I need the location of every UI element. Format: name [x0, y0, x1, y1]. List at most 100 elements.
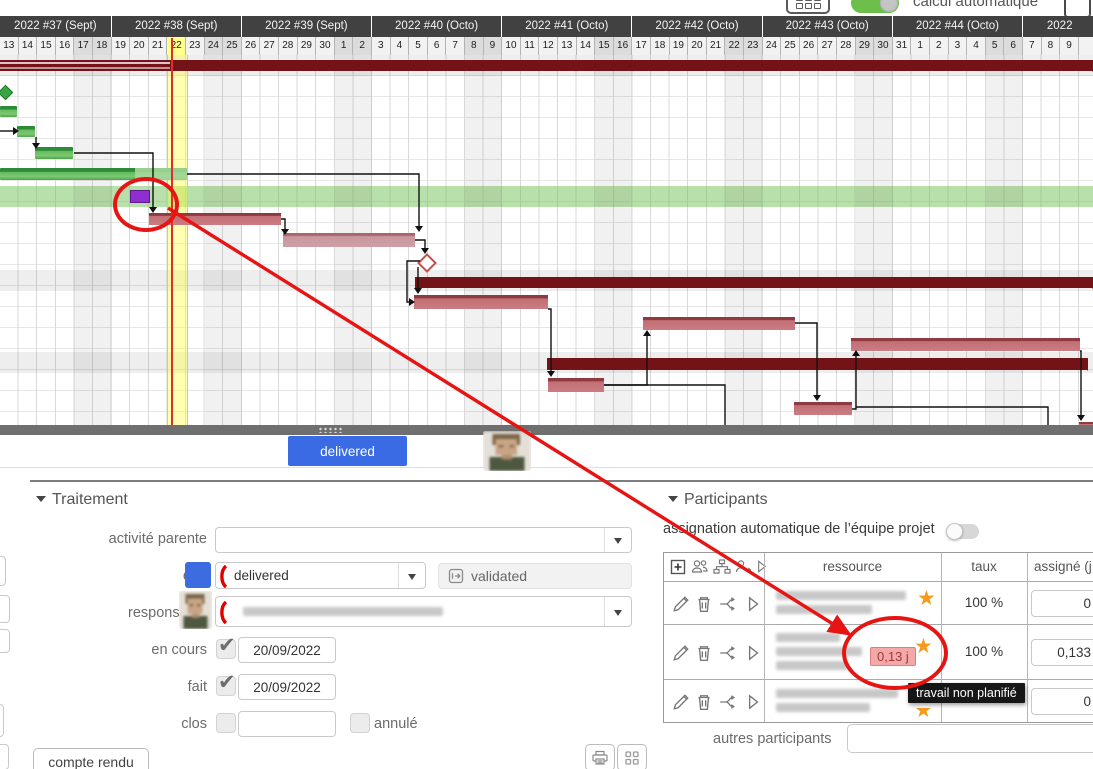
unplanned-work-tooltip: travail non planifié [908, 683, 1025, 703]
printer-icon [591, 750, 609, 766]
column-divider [764, 553, 765, 722]
gantt-day-header: 24 [763, 37, 782, 55]
assigne-input[interactable]: 0,133 [1031, 639, 1093, 666]
en-cours-date-input[interactable]: 20/09/2022 [238, 637, 336, 663]
label-annule: annulé [374, 716, 418, 732]
weekend-shade [465, 55, 484, 425]
export-resource-button[interactable] [733, 558, 753, 575]
chevron-down-icon [614, 538, 622, 548]
connector-arrowhead [1077, 415, 1085, 421]
compte-rendu-button[interactable]: compte rendu [33, 748, 149, 769]
star-icon: ★ [917, 590, 936, 608]
status-row [0, 435, 1093, 467]
checklist-button[interactable] [617, 744, 647, 769]
calc-auto-toggle[interactable] [851, 0, 899, 13]
annule-checkbox[interactable] [350, 713, 370, 733]
gantt-week-header: 2022 #41 (Octo) [502, 16, 631, 37]
clos-checkbox[interactable] [216, 713, 236, 733]
participants-section-header[interactable]: Participants [668, 491, 768, 509]
etat-select[interactable]: delivered [215, 562, 426, 589]
annotation-ellipse-badge [842, 616, 948, 690]
traitement-title: Traitement [52, 491, 128, 508]
detach-participant-button[interactable] [718, 595, 736, 613]
en-cours-checkbox[interactable]: ✔ [216, 639, 236, 659]
gantt-day-header: 17 [632, 37, 651, 55]
edit-participant-button[interactable] [672, 595, 690, 613]
gantt-day-header: 6 [428, 37, 447, 55]
edit-participant-button[interactable] [672, 693, 690, 711]
gantt-day-header: 3 [372, 37, 391, 55]
expand-participant-button[interactable] [744, 693, 762, 711]
delete-participant-button[interactable] [695, 693, 713, 711]
gantt-splitter[interactable] [0, 425, 1093, 435]
gantt-bar-milestone[interactable] [0, 85, 13, 101]
gantt-day-header: 5 [409, 37, 428, 55]
gantt-bar-summary[interactable] [0, 60, 1093, 71]
gantt-bar-task-pink-light[interactable] [283, 233, 415, 247]
activite-parente-select[interactable] [215, 527, 632, 553]
delete-participant-button[interactable] [695, 644, 713, 662]
gantt-bar-task-green[interactable] [35, 147, 73, 159]
drag-handle-icon[interactable] [318, 427, 344, 433]
edit-participant-button[interactable] [672, 644, 690, 662]
traitement-section-header[interactable]: Traitement [36, 491, 128, 509]
gantt-bar-task-pink[interactable] [548, 378, 604, 392]
assigne-input[interactable]: 0 [1031, 590, 1093, 617]
gantt-day-header: 26 [800, 37, 819, 55]
auto-assign-label: assignation automatique de l’équipe proj… [663, 521, 935, 537]
gantt-day-header: 2 [353, 37, 372, 55]
gantt-day-header: 30 [316, 37, 335, 55]
chevron-down-icon [614, 610, 622, 620]
gantt-day-header: 15 [595, 37, 614, 55]
gantt-bar-summary[interactable] [547, 358, 1088, 370]
gantt-bar-task-pink[interactable] [414, 295, 548, 309]
weekend-shade [484, 55, 503, 425]
dropdown-button[interactable] [604, 597, 631, 626]
gantt-bar-task-pink[interactable] [794, 402, 852, 415]
autres-participants-input[interactable] [847, 724, 1093, 753]
gantt-day-header: 2 [930, 37, 949, 55]
expand-participant-button[interactable] [744, 595, 762, 613]
validated-label: validated [471, 568, 527, 584]
gantt-week-header: 2022 #43 (Octo) [763, 16, 892, 37]
print-button[interactable] [585, 744, 615, 769]
detach-participant-button[interactable] [718, 644, 736, 662]
validated-badge[interactable]: validated [438, 563, 632, 589]
resource-grid-button[interactable] [786, 0, 830, 14]
add-team-button[interactable] [690, 558, 710, 575]
gantt-bar-summary[interactable] [415, 277, 1093, 288]
gantt-day-header: 5 [986, 37, 1005, 55]
auto-assign-toggle[interactable] [946, 524, 979, 539]
gantt-day-header: 26 [242, 37, 261, 55]
toggle-knob [946, 523, 963, 540]
fait-date-input[interactable]: 20/09/2022 [238, 674, 336, 700]
responsable-select[interactable] [215, 596, 632, 627]
gantt-day-header: 14 [19, 37, 38, 55]
expand-participant-button[interactable] [744, 644, 762, 662]
grid-squares-icon [624, 750, 640, 766]
etat-value: delivered [234, 568, 289, 583]
gantt-bar-task-green[interactable] [17, 126, 35, 137]
chevron-down-icon [408, 574, 416, 584]
gantt-week-header: 2022 [1023, 16, 1093, 37]
gantt-bar-task-pink[interactable] [851, 338, 1080, 351]
dropdown-button[interactable] [604, 528, 631, 552]
detach-participant-button[interactable] [718, 693, 736, 711]
gantt-day-header: 11 [521, 37, 540, 55]
col-header-taux: taux [941, 559, 1027, 574]
dropdown-button[interactable] [398, 563, 425, 588]
fait-checkbox[interactable]: ✔ [216, 676, 236, 696]
gantt-bar-task-green[interactable] [0, 106, 17, 117]
status-delivered-button[interactable]: delivered [288, 436, 407, 466]
assigne-input[interactable]: 0 [1031, 688, 1093, 715]
gantt-day-header: 28 [837, 37, 856, 55]
clos-date-input[interactable] [238, 711, 336, 737]
delete-participant-button[interactable] [695, 595, 713, 613]
gantt-bar-task-pink[interactable] [643, 317, 795, 330]
add-organization-button[interactable] [713, 558, 731, 575]
gantt-day-header: 3 [949, 37, 968, 55]
add-participant-button[interactable] [670, 559, 686, 575]
weekend-shade [223, 55, 242, 425]
gantt-day-header: 25 [781, 37, 800, 55]
gantt-bar-task-green[interactable] [0, 168, 187, 180]
